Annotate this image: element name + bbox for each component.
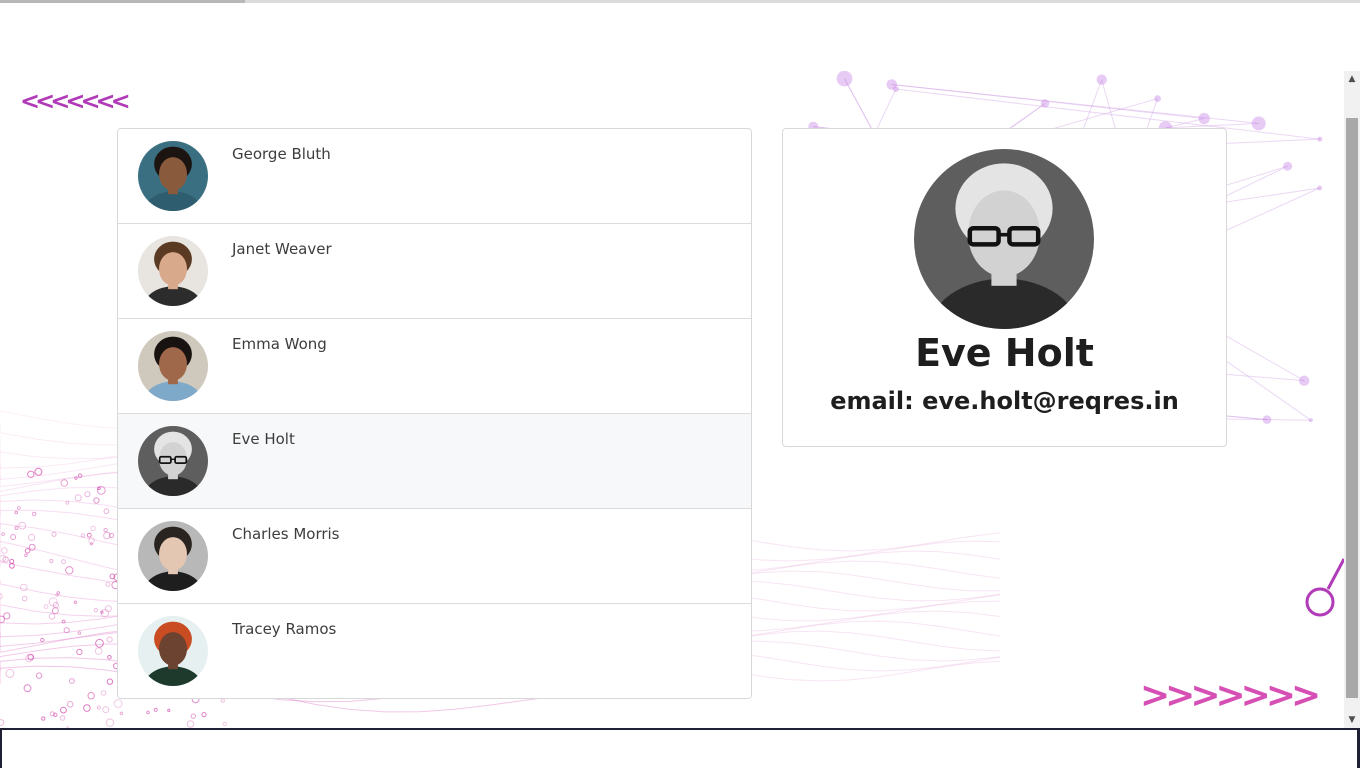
scroll-down-arrow-icon[interactable]: ▼ [1344, 712, 1360, 728]
user-name: Emma Wong [232, 335, 327, 353]
avatar [138, 616, 208, 686]
user-detail-card: Eve Holt email: eve.holt@reqres.in [782, 128, 1227, 447]
avatar [138, 236, 208, 306]
list-item-user[interactable]: Janet Weaver [118, 224, 751, 319]
list-item-user[interactable]: Tracey Ramos [118, 604, 751, 698]
list-item-user-selected[interactable]: Eve Holt [118, 414, 751, 509]
list-item-user[interactable]: George Bluth [118, 129, 751, 224]
list-item-user[interactable]: Charles Morris [118, 509, 751, 604]
user-name: Charles Morris [232, 525, 340, 543]
avatar [138, 426, 208, 496]
app-viewport: <<<<<<< >>>>>>> George Bluth Janet Weave… [0, 0, 1360, 768]
bottom-panel [0, 728, 1360, 768]
page-header [4, 3, 1356, 71]
list-item-user[interactable]: Emma Wong [118, 319, 751, 414]
previous-page-arrows[interactable]: <<<<<<< [20, 87, 131, 115]
user-name: George Bluth [232, 145, 331, 163]
scroll-up-arrow-icon[interactable]: ▲ [1344, 71, 1360, 87]
detail-user-name: Eve Holt [915, 331, 1094, 375]
avatar [138, 141, 208, 211]
page-content: <<<<<<< >>>>>>> George Bluth Janet Weave… [0, 71, 1344, 728]
avatar [138, 521, 208, 591]
user-list: George Bluth Janet Weaver Emma Wong Eve … [117, 128, 752, 699]
user-name: Eve Holt [232, 430, 295, 448]
detail-user-email: email: eve.holt@reqres.in [830, 387, 1179, 415]
page-scrollbar[interactable]: ▲ ▼ [1344, 71, 1360, 728]
user-name: Tracey Ramos [232, 620, 337, 638]
scroll-thumb[interactable] [1346, 118, 1358, 698]
next-page-arrows[interactable]: >>>>>>> [1140, 675, 1321, 716]
user-name: Janet Weaver [232, 240, 332, 258]
detail-avatar [914, 149, 1094, 329]
avatar [138, 331, 208, 401]
